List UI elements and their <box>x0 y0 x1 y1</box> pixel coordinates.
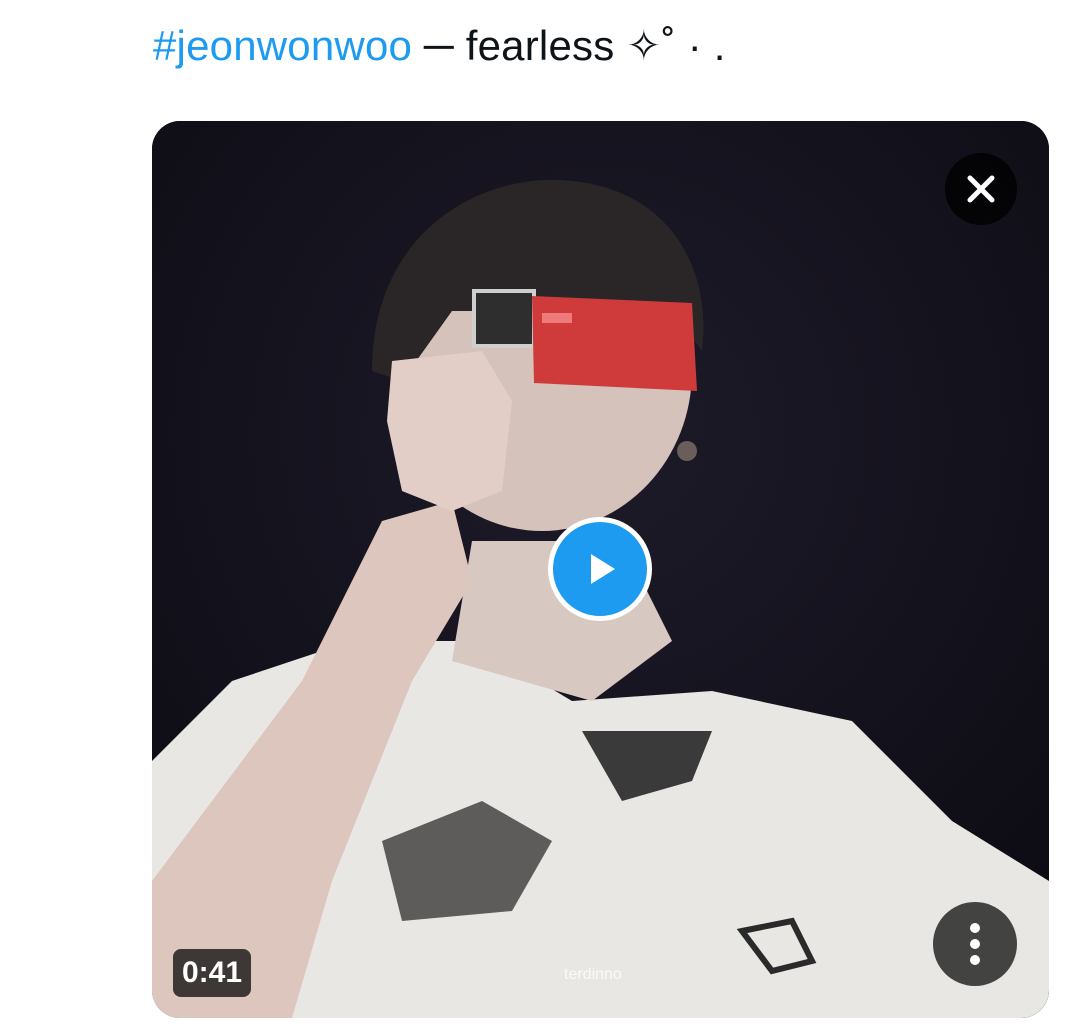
video-duration-badge: 0:41 <box>173 949 252 997</box>
tweet-post: #jeonwonwoo ─ fearless ✧˚ · . 0:41 terdi… <box>0 0 1080 1031</box>
more-vertical-icon <box>970 923 980 965</box>
more-options-button[interactable] <box>933 902 1017 986</box>
video-watermark: terdinno <box>564 966 622 983</box>
tweet-text: #jeonwonwoo ─ fearless ✧˚ · . <box>153 18 726 74</box>
hashtag-link[interactable]: #jeonwonwoo <box>153 22 412 69</box>
close-button[interactable] <box>945 153 1017 225</box>
video-player[interactable]: 0:41 terdinno <box>152 121 1049 1018</box>
play-icon <box>591 554 615 584</box>
play-button[interactable] <box>548 517 652 621</box>
tweet-text-body: ─ fearless ✧˚ · . <box>412 22 726 69</box>
close-icon <box>967 175 995 203</box>
